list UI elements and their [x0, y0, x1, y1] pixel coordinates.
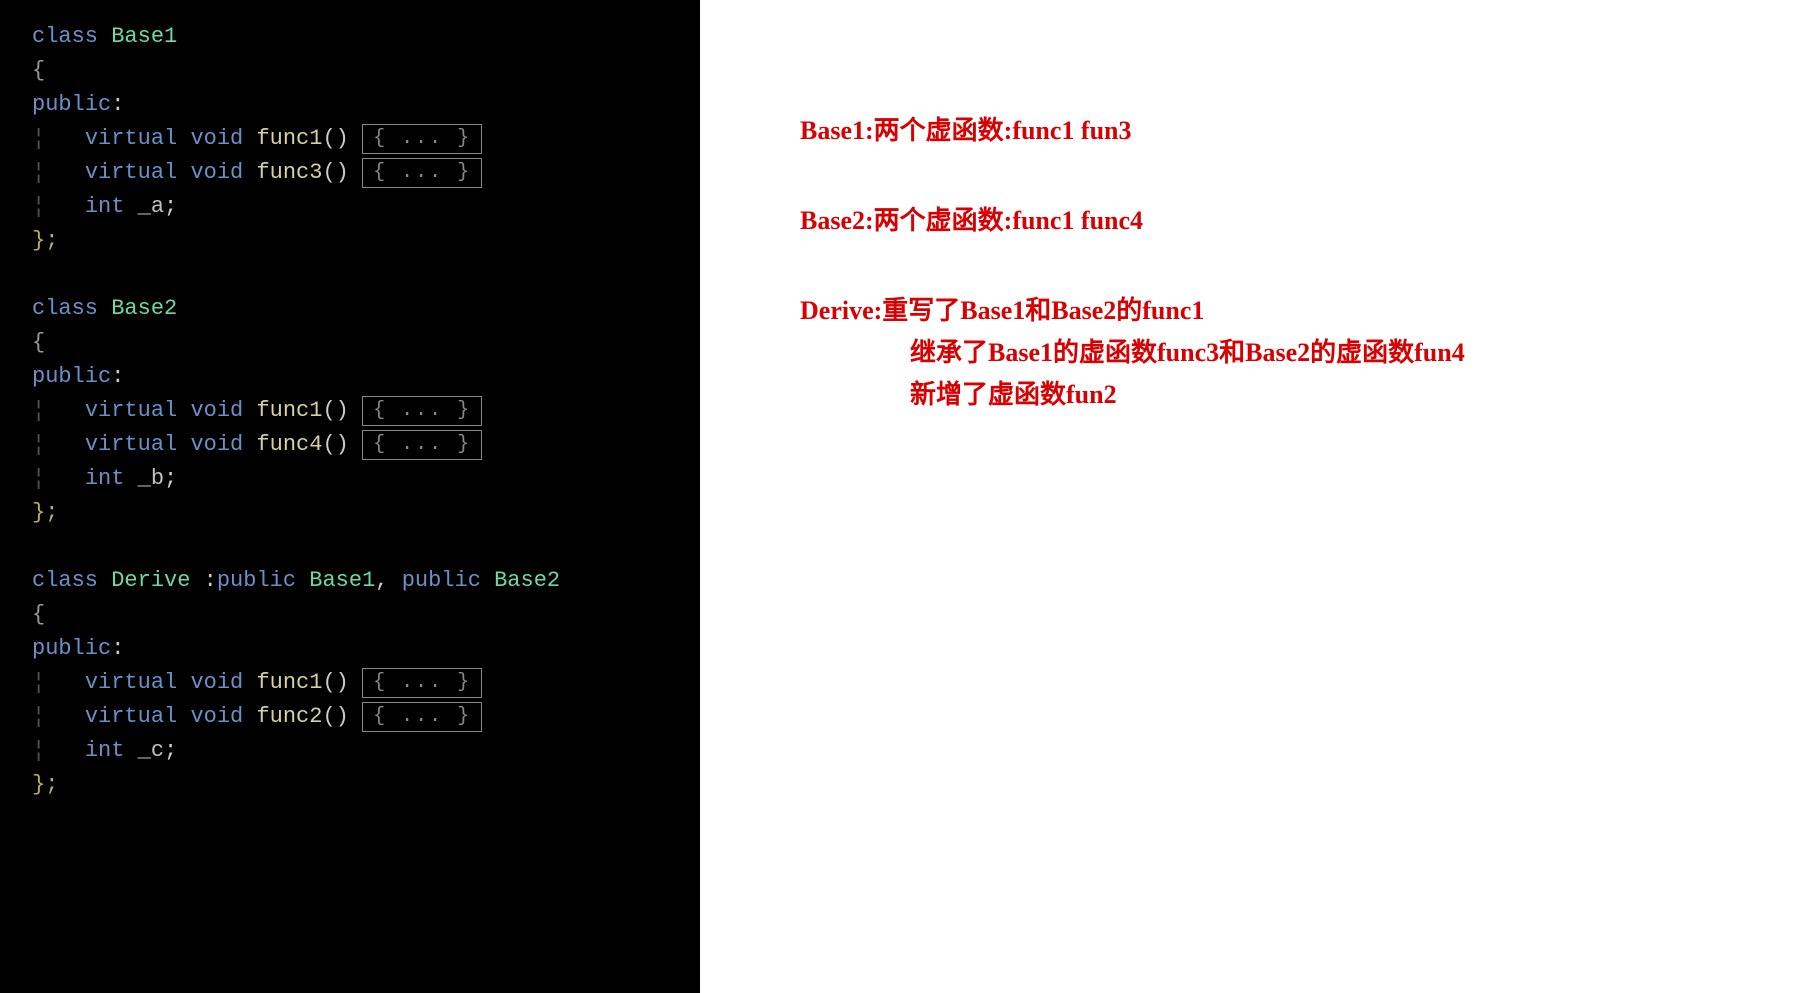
virtual-keyword: virtual	[85, 160, 177, 185]
annotation-base2: Base2:两个虚函数:func1 func4	[800, 200, 1465, 242]
member-var: _c	[138, 738, 164, 763]
annotation-panel: Base1:两个虚函数:func1 fun3 Base2:两个虚函数:func1…	[700, 0, 1465, 993]
close-brace: };	[32, 500, 58, 525]
colon: :	[111, 92, 124, 117]
virtual-keyword: virtual	[85, 398, 177, 423]
func-name: func4	[256, 432, 322, 457]
colon: :	[111, 636, 124, 661]
class-keyword: class	[32, 296, 98, 321]
annotation-base1: Base1:两个虚函数:func1 fun3	[800, 110, 1465, 152]
annotation-derive: Derive:重写了Base1和Base2的func1 继承了Base1的虚函数…	[800, 290, 1465, 416]
func-name: func2	[256, 704, 322, 729]
fold-indicator[interactable]: { ... }	[362, 430, 482, 460]
annotation-derive-line2: 继承了Base1的虚函数func3和Base2的虚函数fun4	[800, 332, 1465, 374]
func-name: func1	[256, 670, 322, 695]
public-keyword: public	[32, 364, 111, 389]
virtual-keyword: virtual	[85, 432, 177, 457]
int-keyword: int	[85, 466, 125, 491]
colon: :	[111, 364, 124, 389]
void-keyword: void	[190, 126, 243, 151]
fold-indicator[interactable]: { ... }	[362, 702, 482, 732]
inherit-colon: :	[190, 568, 216, 593]
virtual-keyword: virtual	[85, 670, 177, 695]
parens: ()	[322, 160, 348, 185]
public-keyword: public	[217, 568, 296, 593]
fold-indicator[interactable]: { ... }	[362, 158, 482, 188]
open-brace: {	[32, 58, 45, 83]
inherit-sep: ,	[375, 568, 401, 593]
fold-indicator[interactable]: { ... }	[362, 396, 482, 426]
class-keyword: class	[32, 24, 98, 49]
class-name-base1: Base1	[111, 24, 177, 49]
parens: ()	[322, 126, 348, 151]
func-name: func3	[256, 160, 322, 185]
func-name: func1	[256, 126, 322, 151]
base-ref: Base2	[494, 568, 560, 593]
class-keyword: class	[32, 568, 98, 593]
parens: ()	[322, 670, 348, 695]
parens: ()	[322, 432, 348, 457]
member-var: _a	[138, 194, 164, 219]
void-keyword: void	[190, 704, 243, 729]
base-ref: Base1	[309, 568, 375, 593]
int-keyword: int	[85, 194, 125, 219]
open-brace: {	[32, 602, 45, 627]
func-name: func1	[256, 398, 322, 423]
member-var: _b	[138, 466, 164, 491]
virtual-keyword: virtual	[85, 126, 177, 151]
fold-indicator[interactable]: { ... }	[362, 668, 482, 698]
annotation-derive-line3: 新增了虚函数fun2	[800, 374, 1465, 416]
void-keyword: void	[190, 398, 243, 423]
close-brace: };	[32, 772, 58, 797]
int-keyword: int	[85, 738, 125, 763]
void-keyword: void	[190, 432, 243, 457]
virtual-keyword: virtual	[85, 704, 177, 729]
code-editor: class Base1 { public: ¦ virtual void fun…	[0, 0, 700, 993]
public-keyword: public	[402, 568, 481, 593]
class-name-derive: Derive	[111, 568, 190, 593]
close-brace: };	[32, 228, 58, 253]
public-keyword: public	[32, 92, 111, 117]
class-name-base2: Base2	[111, 296, 177, 321]
parens: ()	[322, 398, 348, 423]
fold-indicator[interactable]: { ... }	[362, 124, 482, 154]
annotation-derive-line1: Derive:重写了Base1和Base2的func1	[800, 290, 1465, 332]
open-brace: {	[32, 330, 45, 355]
parens: ()	[322, 704, 348, 729]
void-keyword: void	[190, 670, 243, 695]
public-keyword: public	[32, 636, 111, 661]
void-keyword: void	[190, 160, 243, 185]
